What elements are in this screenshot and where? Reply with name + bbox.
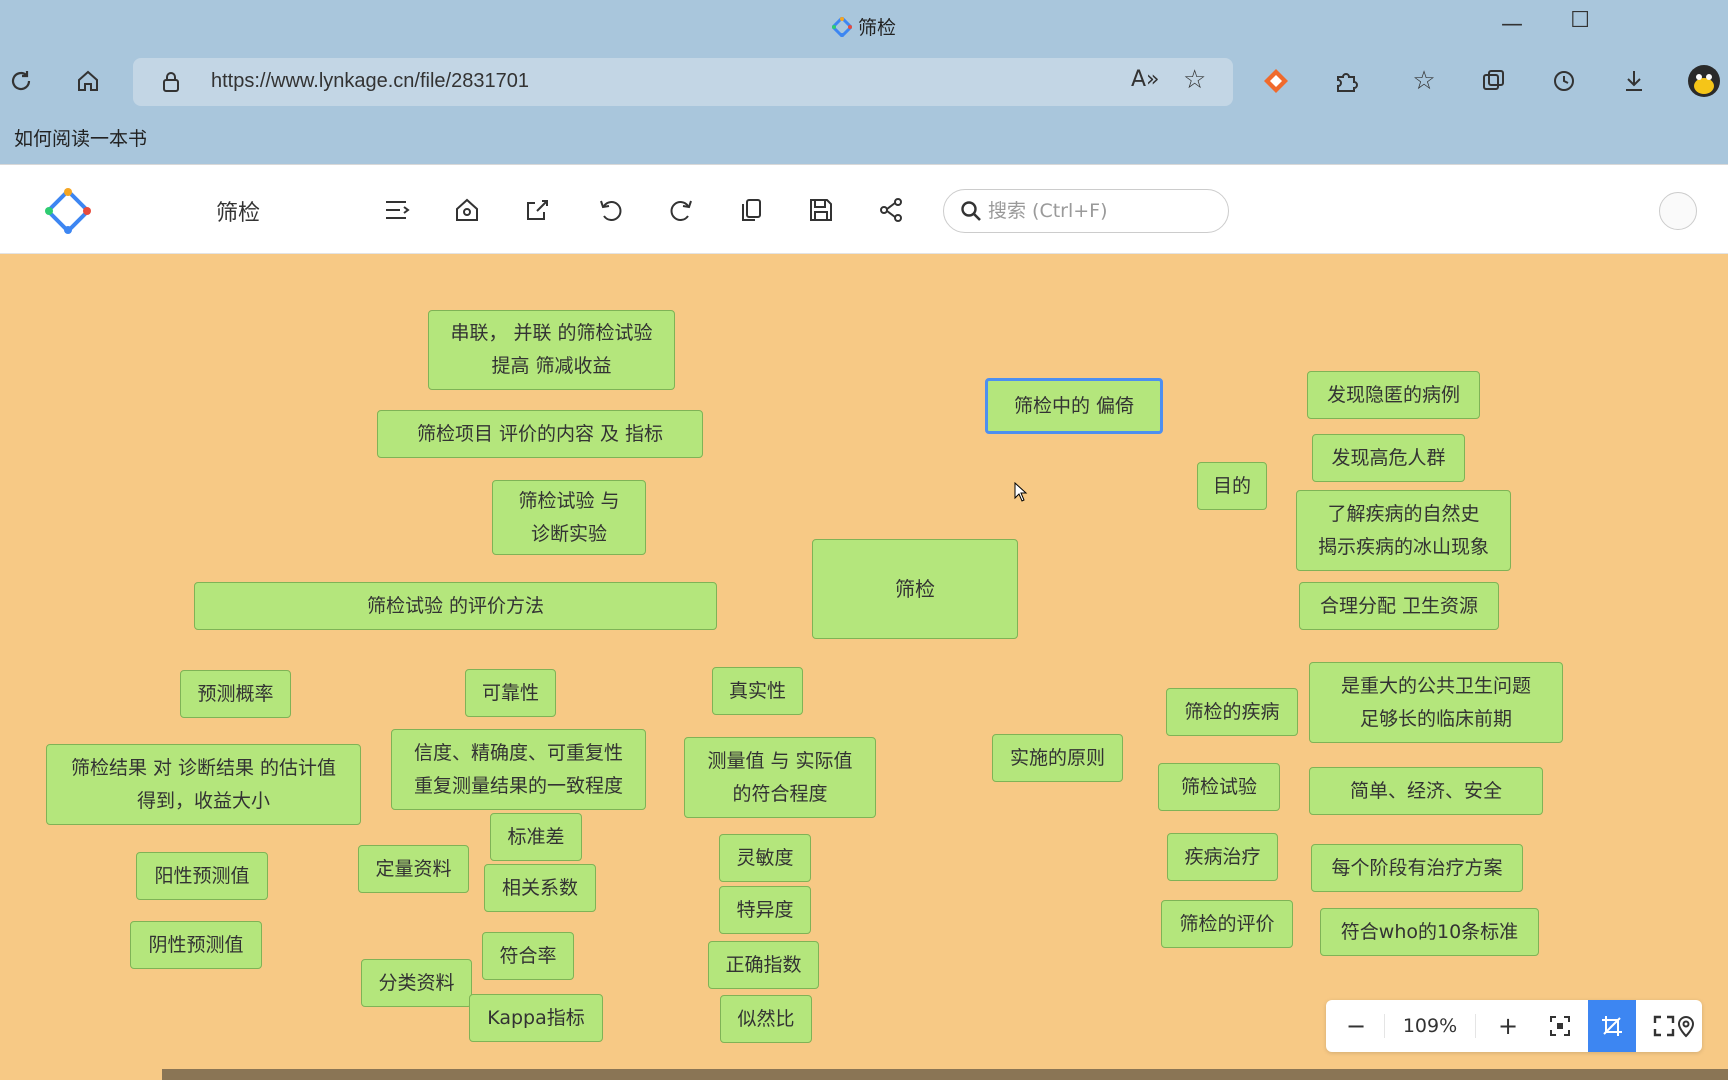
mindmap-node[interactable]: 预测概率 [180,670,291,718]
favorites-icon[interactable]: ☆ [1403,60,1445,102]
mindmap-node[interactable]: 疾病治疗 [1167,833,1278,881]
mindmap-canvas[interactable]: 串联， 并联 的筛检试验 提高 筛减收益 筛检项目 评价的内容 及 指标 筛检试… [0,254,1728,1080]
save-icon[interactable] [803,192,839,228]
user-avatar[interactable] [1659,192,1697,230]
address-bar[interactable]: https://www.lynkage.cn/file/2831701 A» ☆ [133,58,1233,106]
undo-icon[interactable] [593,192,629,228]
mindmap-node[interactable]: 了解疾病的自然史 揭示疾病的冰山现象 [1296,490,1511,571]
mindmap-node[interactable]: 每个阶段有治疗方案 [1311,844,1523,892]
zoom-level: 109% [1384,1014,1476,1038]
mindmap-node[interactable]: 目的 [1197,462,1267,510]
mindmap-node[interactable]: 正确指数 [708,941,819,989]
export-icon[interactable] [519,192,555,228]
bookmarks-bar: 如何阅读一本书 [0,114,1728,164]
mindmap-node[interactable]: 合理分配 卫生资源 [1299,582,1499,630]
mindmap-node[interactable]: Kappa指标 [469,994,603,1042]
copy-format-icon[interactable] [733,192,769,228]
mindmap-node[interactable]: 发现隐匿的病例 [1307,371,1480,419]
mindmap-node[interactable]: 阳性预测值 [136,852,268,900]
search-icon [961,201,981,221]
refresh-icon[interactable] [0,60,42,102]
mindmap-node[interactable]: 筛检试验 与 诊断实验 [492,480,646,555]
mindmap-node[interactable]: 筛检的疾病 [1166,688,1298,736]
site-favicon-icon [831,17,852,37]
browser-titlebar: 筛检 — ☐ [0,0,1728,48]
mindmap-node[interactable]: 特异度 [719,886,811,934]
maximize-button[interactable]: ☐ [1570,8,1590,33]
fit-center-icon[interactable] [1536,1000,1584,1052]
mindmap-node[interactable]: 筛检试验 [1158,763,1280,811]
mindmap-node[interactable]: 符合率 [482,932,574,980]
collections-icon[interactable] [1473,60,1515,102]
mindmap-node[interactable]: 真实性 [712,667,803,715]
zoom-control: − 109% + [1326,1000,1702,1052]
lock-icon [163,72,179,92]
history-icon[interactable] [1543,60,1585,102]
redo-icon[interactable] [663,192,699,228]
mindmap-node[interactable]: 标准差 [490,813,582,861]
mindmap-node[interactable]: 实施的原则 [992,734,1123,782]
locate-icon[interactable] [1671,1000,1701,1052]
home-icon[interactable] [449,192,485,228]
app-toolbar: 筛检 [0,164,1728,254]
mindmap-node[interactable]: 筛检试验 的评价方法 [194,582,717,630]
mindmap-node[interactable]: 似然比 [720,995,812,1043]
home-icon[interactable] [67,60,109,102]
read-aloud-icon[interactable]: A» [1131,67,1160,92]
zoom-in-button[interactable]: + [1484,1000,1532,1052]
outline-icon[interactable] [379,192,415,228]
horizontal-scrollbar[interactable] [162,1069,1728,1080]
profile-avatar-icon[interactable] [1683,60,1725,102]
mindmap-node[interactable]: 可靠性 [465,669,556,717]
mindmap-node[interactable]: 筛检项目 评价的内容 及 指标 [377,410,703,458]
share-icon[interactable] [873,192,909,228]
mouse-cursor-icon [1014,482,1028,502]
document-title[interactable]: 筛检 [216,195,260,227]
add-favorite-icon[interactable]: ☆ [1183,65,1206,95]
mindmap-root-node[interactable]: 筛检 [812,539,1018,639]
bookmark-item[interactable]: 如何阅读一本书 [14,124,147,151]
url-text[interactable]: https://www.lynkage.cn/file/2831701 [211,70,529,93]
mindmap-node[interactable]: 定量资料 [358,845,469,893]
window-title-text: 筛检 [857,17,896,39]
mindmap-node[interactable]: 是重大的公共卫生问题 足够长的临床前期 [1309,662,1563,743]
crop-icon[interactable] [1588,1000,1636,1052]
mindmap-node[interactable]: 分类资料 [361,959,472,1007]
mindmap-node[interactable]: 发现高危人群 [1312,434,1465,482]
extension-badge-icon[interactable] [1255,60,1297,102]
mindmap-node[interactable]: 符合who的10条标准 [1320,908,1539,956]
mindmap-node[interactable]: 信度、精确度、可重复性 重复测量结果的一致程度 [391,729,646,810]
mindmap-node[interactable]: 简单、经济、安全 [1309,767,1543,815]
minimize-button[interactable]: — [1501,12,1523,37]
window-title: 筛检 [0,13,1728,40]
mindmap-node[interactable]: 串联， 并联 的筛检试验 提高 筛减收益 [428,310,675,390]
mindmap-node-selected[interactable]: 筛检中的 偏倚 [985,378,1163,434]
app-logo-icon[interactable] [44,187,92,235]
mindmap-node[interactable]: 筛检的评价 [1161,900,1293,948]
extensions-icon[interactable] [1325,60,1367,102]
mindmap-node[interactable]: 测量值 与 实际值 的符合程度 [684,737,876,818]
zoom-out-button[interactable]: − [1332,1000,1380,1052]
mindmap-node[interactable]: 相关系数 [484,864,596,912]
mindmap-node[interactable]: 阴性预测值 [130,921,262,969]
search-input[interactable] [988,198,1208,224]
mindmap-node[interactable]: 筛检结果 对 诊断结果 的估计值 得到，收益大小 [46,744,361,825]
search-box[interactable] [943,189,1229,233]
mindmap-node[interactable]: 灵敏度 [719,834,811,882]
browser-address-row: https://www.lynkage.cn/file/2831701 A» ☆… [0,48,1728,114]
download-icon[interactable] [1613,60,1655,102]
